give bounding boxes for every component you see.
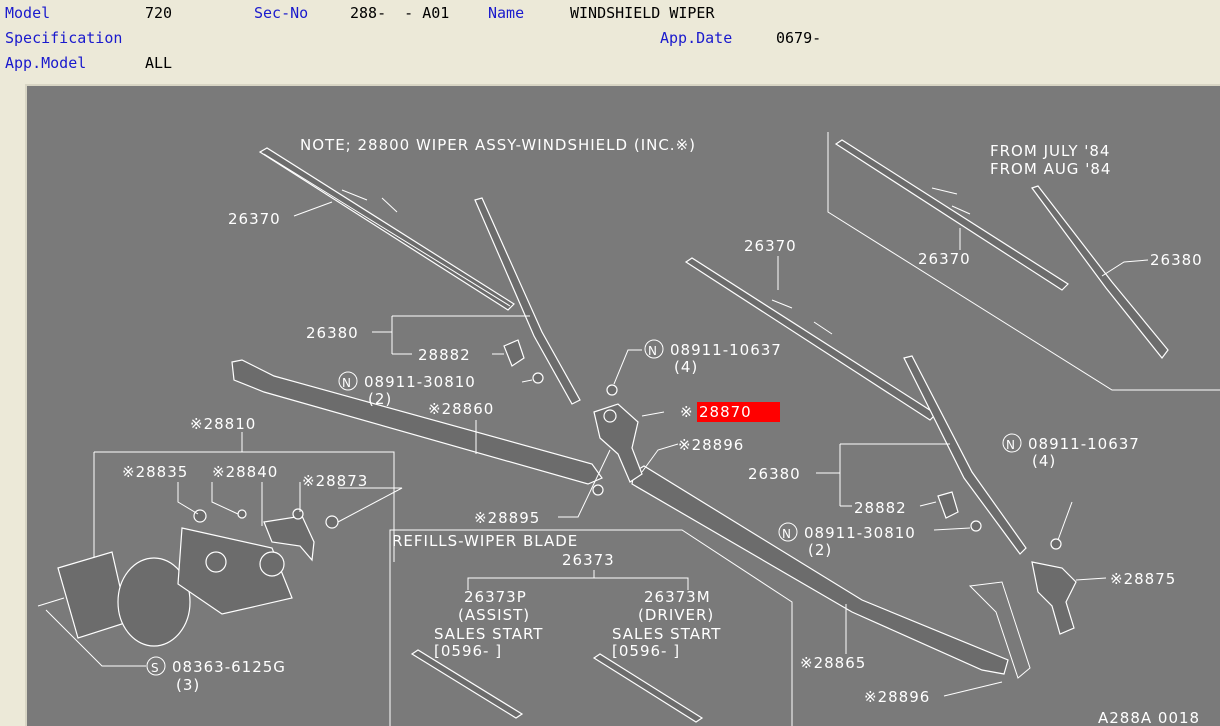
from-aug-text: FROM AUG '84: [990, 160, 1111, 178]
model-label: Model: [5, 4, 51, 22]
callout-28895: ※28895: [474, 509, 540, 527]
assist-part: 26373P: [464, 588, 527, 606]
nut-08911-30810-right: [970, 520, 982, 532]
secno-value: 288- - A01: [350, 4, 450, 22]
spec-label: Specification: [5, 29, 123, 47]
appmodel-label: App.Model: [5, 54, 87, 72]
cap-28882-left: [503, 339, 525, 367]
parts-header: Model 720 Sec-No 288- - A01 Name WINDSHI…: [0, 0, 1220, 84]
callout-08911-10637a-qty: (4): [674, 358, 698, 376]
leader-26370a: [293, 201, 333, 217]
callout-08363-6125g-qty: (3): [176, 676, 200, 694]
leader-28882b: [919, 501, 937, 507]
parts-diagram: NOTE; 28800 WIPER ASSY-WINDSHIELD (INC.※…: [25, 84, 1220, 726]
driver-label: (DRIVER): [638, 606, 714, 624]
refills-title: REFILLS-WIPER BLADE: [392, 532, 578, 550]
driver-sales: SALES START: [612, 625, 721, 643]
leader-28870: [641, 411, 665, 417]
name-value: WINDSHIELD WIPER: [570, 4, 715, 22]
assist-sales: SALES START: [434, 625, 543, 643]
model-value: 720: [145, 4, 173, 22]
callout-26380c: 26380: [1150, 251, 1203, 269]
callout-08363-6125g: 08363-6125G: [172, 658, 286, 676]
leader-28875: [1075, 577, 1107, 581]
grommet-28895: [592, 484, 604, 496]
callout-08911-30810b-qty: (2): [808, 541, 832, 559]
n-symbol-c: N: [342, 376, 352, 390]
callout-28810: ※28810: [190, 415, 256, 433]
wiper-arm-right: [903, 355, 1027, 555]
leader-08911-10637b: [1057, 501, 1073, 541]
callout-28875: ※28875: [1110, 570, 1176, 588]
assist-date: [0596- ]: [434, 642, 502, 660]
nut-08911-30810-left: [532, 372, 544, 384]
callout-28870[interactable]: 28870: [699, 403, 752, 421]
callout-08911-30810a-qty: (2): [368, 390, 392, 408]
wiper-blade-right: [684, 257, 937, 421]
callout-28882b: 28882: [854, 499, 907, 517]
appdate-label: App.Date: [660, 29, 733, 47]
appdate-value: 0679-: [776, 29, 822, 47]
callout-08911-10637b: 08911-10637: [1028, 435, 1140, 453]
callout-28882a: 28882: [418, 346, 471, 364]
note-text: NOTE; 28800 WIPER ASSY-WINDSHIELD (INC.※…: [300, 136, 696, 154]
callout-28840: ※28840: [212, 463, 278, 481]
wiper-arm-left: [474, 197, 581, 405]
n-symbol-a: N: [648, 344, 658, 358]
callout-28835: ※28835: [122, 463, 188, 481]
appmodel-value: ALL: [145, 54, 173, 72]
refills-part: 26373: [562, 551, 615, 569]
driver-part: 26373M: [644, 588, 711, 606]
callout-26370b: 26370: [744, 237, 797, 255]
leader-26380c: [1101, 259, 1149, 277]
cap-28882-right: [937, 491, 959, 519]
refill-strip-assist: [410, 649, 524, 719]
leader-08911-30810b: [933, 527, 971, 531]
callout-08911-10637b-qty: (4): [1032, 452, 1056, 470]
callout-26380b: 26380: [748, 465, 801, 483]
leader-28896b: [943, 681, 1003, 697]
n-symbol-d: N: [782, 527, 792, 541]
driver-date: [0596- ]: [612, 642, 680, 660]
callout-26380a: 26380: [306, 324, 359, 342]
callout-08911-10637a: 08911-10637: [670, 341, 782, 359]
callout-28896a: ※28896: [678, 436, 744, 454]
n-symbol-b: N: [1006, 438, 1016, 452]
callout-26370a: 26370: [228, 210, 281, 228]
wiper-motor: [37, 509, 293, 647]
callout-28896b: ※28896: [864, 688, 930, 706]
assist-label: (ASSIST): [458, 606, 530, 624]
leader-08911-30810a: [521, 379, 533, 383]
callout-08911-30810a: 08911-30810: [364, 373, 476, 391]
callout-28860: ※28860: [428, 400, 494, 418]
callout-28865: ※28865: [800, 654, 866, 672]
refills-bracket: [467, 570, 689, 590]
s-symbol: S: [151, 661, 160, 675]
from-july-text: FROM JULY '84: [990, 142, 1110, 160]
diagram-svg: NOTE; 28800 WIPER ASSY-WINDSHIELD (INC.※…: [37, 132, 1220, 726]
callout-28873: ※28873: [302, 472, 368, 490]
secno-label: Sec-No: [254, 4, 309, 22]
name-label: Name: [488, 4, 525, 22]
callout-26370c: 26370: [918, 250, 971, 268]
callout-28870-prefix: ※: [680, 403, 694, 421]
wiper-blade-left: [258, 147, 515, 311]
pivot-28875: [1031, 538, 1077, 635]
leader-26380b: [816, 443, 950, 507]
leader-08911-10637a: [613, 349, 642, 385]
wiper-arm-variant: [1031, 185, 1169, 359]
drawing-id: A288A 0018: [1098, 709, 1200, 726]
refill-strip-driver: [592, 653, 704, 723]
callout-08911-30810b: 08911-30810: [804, 524, 916, 542]
